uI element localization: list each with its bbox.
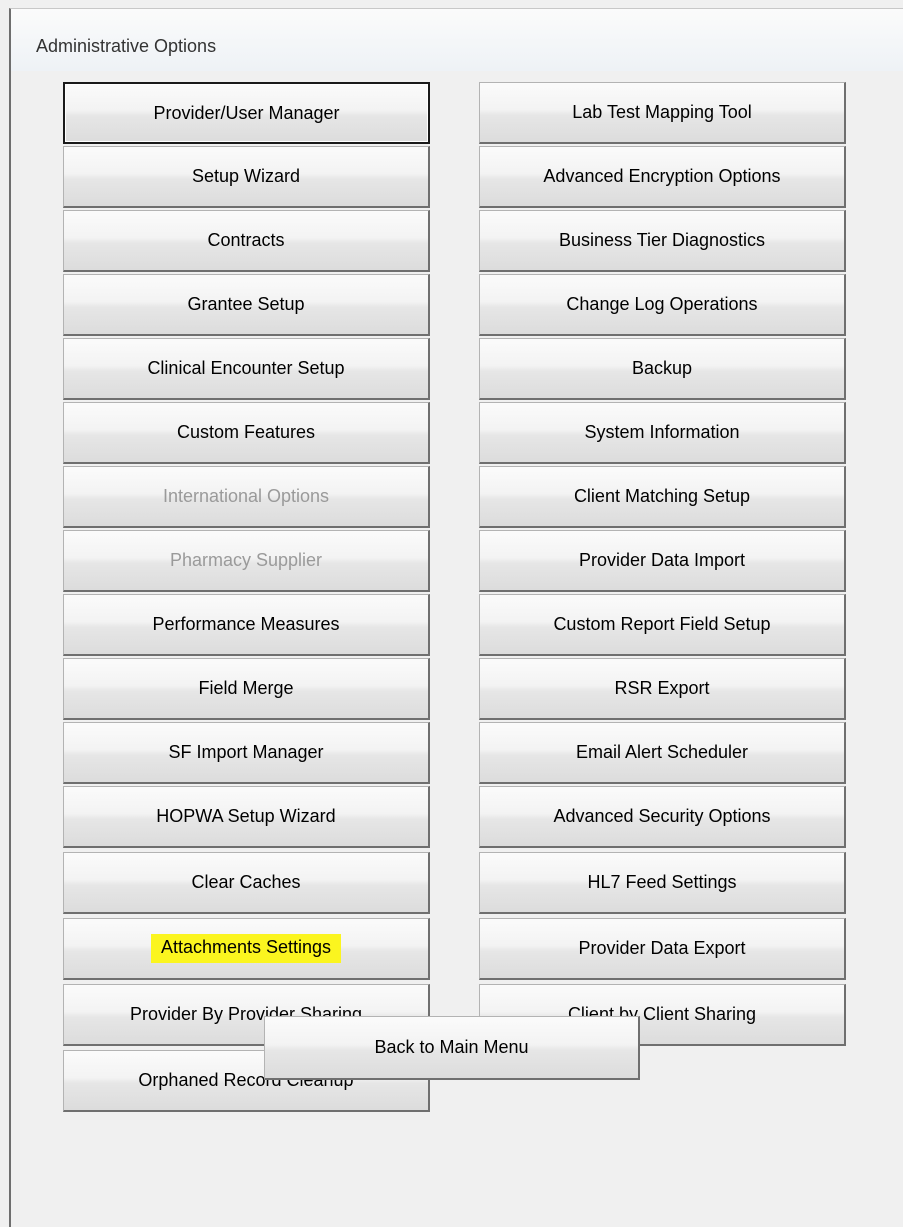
button-label: Performance Measures: [152, 614, 340, 634]
change-log-operations-button[interactable]: Change Log Operations: [479, 274, 846, 336]
contracts-button[interactable]: Contracts: [63, 210, 430, 272]
button-label: Field Merge: [198, 678, 294, 698]
button-label: Attachments Settings: [150, 934, 342, 963]
backup-button[interactable]: Backup: [479, 338, 846, 400]
international-options-button: International Options: [63, 466, 430, 528]
button-label: International Options: [162, 486, 330, 506]
provider-data-import-button[interactable]: Provider Data Import: [479, 530, 846, 592]
button-label: Custom Report Field Setup: [553, 614, 771, 634]
window-title: Administrative Options: [36, 36, 217, 56]
sf-import-manager-button[interactable]: SF Import Manager: [63, 722, 430, 784]
button-label: Advanced Encryption Options: [543, 166, 781, 186]
button-label: Clear Caches: [191, 872, 301, 892]
clinical-encounter-setup-button[interactable]: Clinical Encounter Setup: [63, 338, 430, 400]
custom-features-button[interactable]: Custom Features: [63, 402, 430, 464]
provider-user-manager-button[interactable]: Provider/User Manager: [63, 82, 430, 144]
window-titlebar: Administrative Options: [11, 9, 903, 71]
client-matching-setup-button[interactable]: Client Matching Setup: [479, 466, 846, 528]
grantee-setup-button[interactable]: Grantee Setup: [63, 274, 430, 336]
button-label: Backup: [631, 358, 693, 378]
business-tier-diagnostics-button[interactable]: Business Tier Diagnostics: [479, 210, 846, 272]
advanced-encryption-options-button[interactable]: Advanced Encryption Options: [479, 146, 846, 208]
button-label: Setup Wizard: [191, 166, 301, 186]
lab-test-mapping-tool-button[interactable]: Lab Test Mapping Tool: [479, 82, 846, 144]
clear-caches-button[interactable]: Clear Caches: [63, 852, 430, 914]
system-information-button[interactable]: System Information: [479, 402, 846, 464]
attachments-settings-button[interactable]: Attachments Settings: [63, 918, 430, 980]
button-label: Provider Data Import: [578, 550, 746, 570]
performance-measures-button[interactable]: Performance Measures: [63, 594, 430, 656]
provider-data-export-button[interactable]: Provider Data Export: [479, 918, 846, 980]
button-label: Contracts: [207, 230, 285, 250]
button-label: HL7 Feed Settings: [587, 872, 737, 892]
button-label: Clinical Encounter Setup: [147, 358, 345, 378]
button-label: Email Alert Scheduler: [575, 742, 749, 762]
field-merge-button[interactable]: Field Merge: [63, 658, 430, 720]
button-label: Provider Data Export: [578, 938, 746, 958]
button-label: HOPWA Setup Wizard: [156, 806, 336, 826]
button-label: RSR Export: [614, 678, 710, 698]
button-label: Custom Features: [176, 422, 316, 442]
email-alert-scheduler-button[interactable]: Email Alert Scheduler: [479, 722, 846, 784]
custom-report-field-setup-button[interactable]: Custom Report Field Setup: [479, 594, 846, 656]
button-label: Business Tier Diagnostics: [558, 230, 766, 250]
pharmacy-supplier-button: Pharmacy Supplier: [63, 530, 430, 592]
button-label: Advanced Security Options: [553, 806, 771, 826]
button-label: Back to Main Menu: [374, 1037, 529, 1057]
advanced-security-options-button[interactable]: Advanced Security Options: [479, 786, 846, 848]
button-label: Grantee Setup: [187, 294, 305, 314]
button-label: Provider/User Manager: [153, 102, 340, 123]
button-label: Client Matching Setup: [573, 486, 751, 506]
back-to-main-menu-button[interactable]: Back to Main Menu: [264, 1016, 640, 1080]
button-label: Change Log Operations: [566, 294, 758, 314]
button-label: SF Import Manager: [168, 742, 324, 762]
button-label: Pharmacy Supplier: [169, 550, 323, 570]
hl7-feed-settings-button[interactable]: HL7 Feed Settings: [479, 852, 846, 914]
button-label: Lab Test Mapping Tool: [572, 102, 752, 122]
setup-wizard-button[interactable]: Setup Wizard: [63, 146, 430, 208]
hopwa-setup-wizard-button[interactable]: HOPWA Setup Wizard: [63, 786, 430, 848]
button-label: System Information: [584, 422, 740, 442]
rsr-export-button[interactable]: RSR Export: [479, 658, 846, 720]
